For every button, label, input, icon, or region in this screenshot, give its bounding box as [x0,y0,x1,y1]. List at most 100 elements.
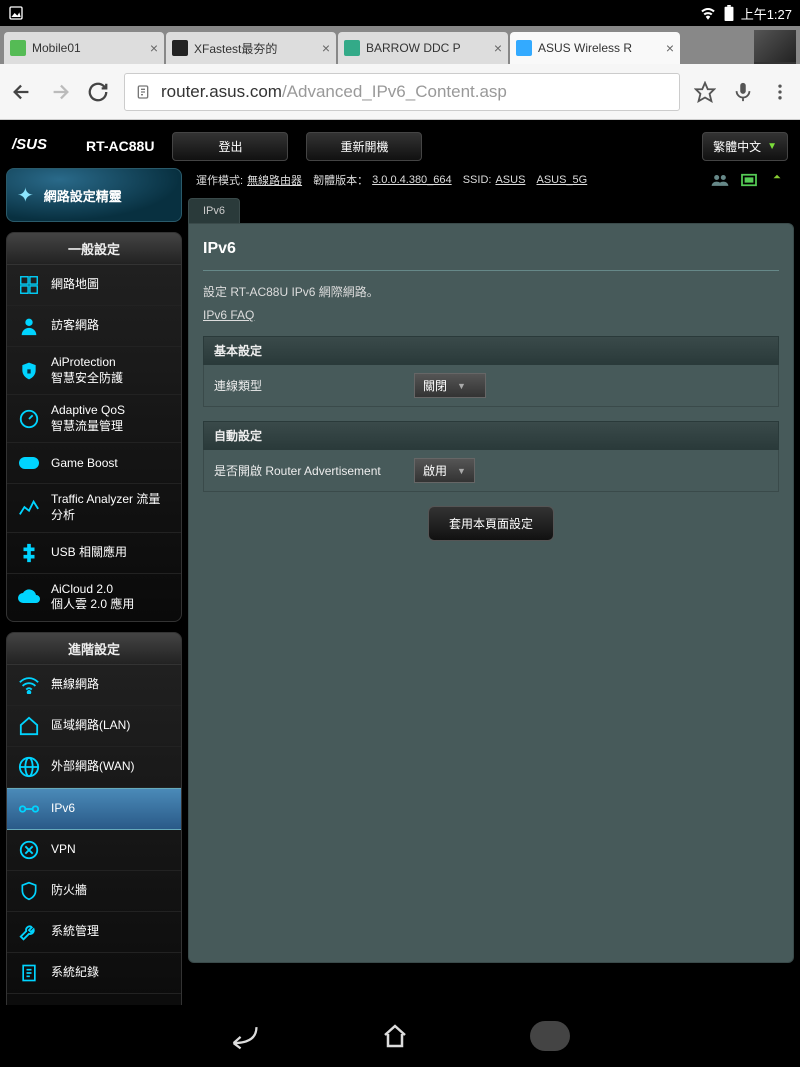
lan-status-icon[interactable] [740,173,758,187]
chart-icon [17,496,41,520]
wifi-icon [699,6,717,20]
sidebar-item-administration[interactable]: 系統管理 [7,912,181,953]
browser-forward-button[interactable] [48,80,72,104]
sidebar-item-game-boost[interactable]: Game Boost [7,443,181,484]
tab-close-icon[interactable]: × [150,40,158,56]
section-auto-header: 自動設定 [203,421,779,450]
wifi-icon [17,673,41,697]
tab-title: ASUS Wireless R [538,41,660,55]
log-icon [17,961,41,985]
sidebar-item-firewall[interactable]: 防火牆 [7,871,181,912]
browser-tab-3[interactable]: ASUS Wireless R × [510,32,680,64]
reboot-button[interactable]: 重新開機 [306,132,422,161]
ssid-5g[interactable]: ASUS_5G [536,174,587,186]
tab-overflow-icon[interactable] [754,30,796,64]
apply-button[interactable]: 套用本頁面設定 [428,506,554,541]
router-page: /SUS RT-AC88U 登出 重新開機 繁體中文 ▼ ✦ 網路設定精靈 一般… [0,120,800,999]
sidebar-general-header: 一般設定 [7,233,181,265]
battery-icon [723,5,735,21]
sidebar-item-network-map[interactable]: 網路地圖 [7,265,181,306]
tab-title: XFastest最夯的 [194,40,316,57]
ssid-2g[interactable]: ASUS [495,174,525,186]
shield-icon [17,879,41,903]
browser-url-field[interactable]: router.asus.com/Advanced_IPv6_Content.as… [124,73,680,111]
gamepad-icon [17,451,41,475]
section-basic-header: 基本設定 [203,336,779,365]
connection-type-label: 連線類型 [214,377,414,394]
android-recent-button[interactable] [530,1021,570,1051]
status-time: 上午1:27 [741,4,792,23]
sidebar-item-lan[interactable]: 區域網路(LAN) [7,706,181,747]
browser-tab-0[interactable]: Mobile01 × [4,32,164,64]
logout-button[interactable]: 登出 [172,132,288,161]
tab-title: Mobile01 [32,41,144,55]
tab-title: BARROW DDC P [366,41,488,55]
android-back-button[interactable] [230,1021,260,1051]
firmware-value[interactable]: 3.0.0.4.380_664 [372,174,452,186]
mode-value[interactable]: 無線路由器 [247,172,302,188]
router-header: /SUS RT-AC88U 登出 重新開機 繁體中文 ▼ [6,130,794,162]
browser-tab-bar: Mobile01 × XFastest最夯的 × BARROW DDC P × … [0,26,800,64]
ipv6-faq-link[interactable]: IPv6 FAQ [203,308,254,322]
shield-icon [17,359,41,383]
sidebar-item-usb[interactable]: USB 相關應用 [7,533,181,574]
tab-close-icon[interactable]: × [666,40,674,56]
globe-icon [17,755,41,779]
language-selector[interactable]: 繁體中文 ▼ [702,132,788,161]
sidebar-advanced-section: 進階設定 無線網路 區域網路(LAN) 外部網路(WAN) IPv6 VPN 防… [6,632,182,1035]
sidebar-item-system-log[interactable]: 系統紀錄 [7,953,181,994]
ipv6-icon [17,797,41,821]
setup-wizard-button[interactable]: ✦ 網路設定精靈 [6,168,182,222]
bookmark-star-icon[interactable] [694,81,716,103]
cloud-icon [17,585,41,609]
page-title: IPv6 [203,240,779,258]
favicon-icon [344,40,360,56]
android-status-bar: 上午1:27 [0,0,800,26]
sidebar-advanced-header: 進階設定 [7,633,181,665]
url-domain: router.asus.com [161,82,282,102]
person-icon [17,314,41,338]
usb-status-icon[interactable] [768,173,786,187]
gauge-icon [17,407,41,431]
tab-close-icon[interactable]: × [494,40,502,56]
sidebar-item-wireless[interactable]: 無線網路 [7,665,181,706]
home-icon [17,714,41,738]
clients-icon[interactable] [710,173,730,187]
sidebar-item-ipv6[interactable]: IPv6 [7,788,181,830]
language-label: 繁體中文 [713,138,761,155]
notification-image-icon [8,5,24,21]
sidebar-item-aiprotection[interactable]: AiProtection 智慧安全防護 [7,347,181,395]
sidebar-item-traffic-analyzer[interactable]: Traffic Analyzer 流量分析 [7,484,181,532]
browser-tab-1[interactable]: XFastest最夯的 × [166,32,336,64]
main-content: 運作模式: 無線路由器 韌體版本： 3.0.0.4.380_664 SSID: … [188,168,794,1045]
sidebar-item-aicloud[interactable]: AiCloud 2.0 個人雲 2.0 應用 [7,574,181,621]
connection-type-select[interactable]: 關閉 ▼ [414,373,486,398]
favicon-icon [10,40,26,56]
page-tab-ipv6[interactable]: IPv6 [188,198,240,223]
vpn-icon [17,838,41,862]
row-router-advertisement: 是否開啟 Router Advertisement 啟用 ▼ [203,450,779,492]
content-panel: IPv6 設定 RT-AC88U IPv6 網際網路。 IPv6 FAQ 基本設… [188,223,794,963]
ssid-label: SSID: [463,174,492,186]
favicon-icon [172,40,188,56]
ra-select[interactable]: 啟用 ▼ [414,458,475,483]
ra-label: 是否開啟 Router Advertisement [214,462,414,479]
browser-menu-icon[interactable] [770,82,790,102]
sidebar-item-wan[interactable]: 外部網路(WAN) [7,747,181,788]
wand-icon: ✦ [17,183,34,208]
wizard-label: 網路設定精靈 [44,186,122,205]
sidebar-item-guest-network[interactable]: 訪客網路 [7,306,181,347]
tab-close-icon[interactable]: × [322,40,330,56]
page-description: 設定 RT-AC88U IPv6 網際網路。 [203,283,779,300]
browser-back-button[interactable] [10,80,34,104]
sidebar-item-qos[interactable]: Adaptive QoS 智慧流量管理 [7,395,181,443]
url-path: /Advanced_IPv6_Content.asp [282,82,507,102]
sidebar-item-vpn[interactable]: VPN [7,830,181,871]
android-home-button[interactable] [380,1021,410,1051]
browser-tab-2[interactable]: BARROW DDC P × [338,32,508,64]
chevron-down-icon: ▼ [457,381,466,391]
select-value: 啟用 [423,462,447,479]
voice-mic-icon[interactable] [732,81,754,103]
puzzle-icon [17,541,41,565]
browser-reload-button[interactable] [86,80,110,104]
